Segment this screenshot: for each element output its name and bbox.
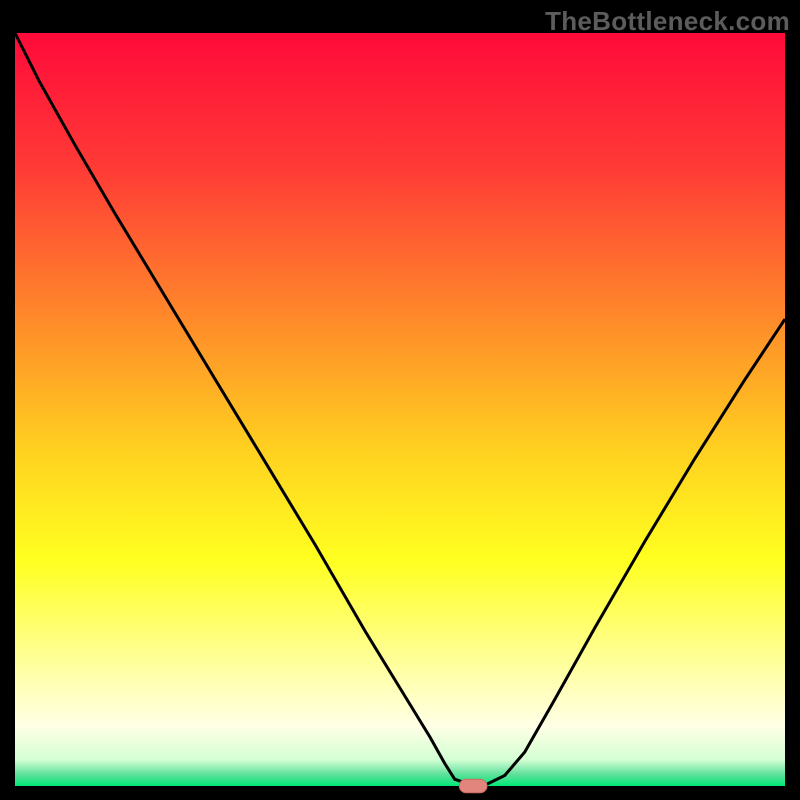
chart-frame: TheBottleneck.com	[0, 0, 800, 800]
plot-background	[15, 33, 785, 786]
bottleneck-chart	[0, 0, 800, 800]
watermark-text: TheBottleneck.com	[545, 6, 790, 37]
optimum-marker	[459, 779, 487, 793]
